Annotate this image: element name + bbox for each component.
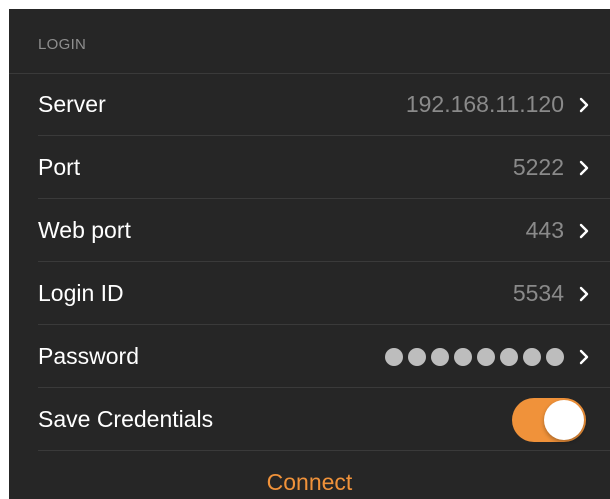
password-dot — [523, 347, 541, 366]
save-credentials-toggle[interactable] — [512, 397, 586, 442]
toggle-knob — [544, 399, 584, 440]
section-header: LOGIN — [38, 36, 87, 53]
password-dot — [454, 347, 472, 366]
port-label: Port — [38, 154, 81, 180]
server-value: 192.168.11.120 — [405, 91, 564, 117]
server-label: Server — [38, 91, 106, 117]
login-id-row[interactable]: Login ID 5534 — [9, 262, 610, 325]
chevron-right-icon — [579, 160, 589, 175]
password-dot — [431, 347, 449, 366]
connect-button[interactable]: Connect — [267, 469, 353, 496]
port-value: 5222 — [512, 154, 564, 180]
login-id-label: Login ID — [38, 280, 124, 306]
chevron-right-icon — [579, 97, 589, 112]
login-id-value: 5534 — [512, 280, 564, 306]
port-row[interactable]: Port 5222 — [9, 136, 610, 199]
password-dot — [500, 347, 518, 366]
password-label: Password — [38, 343, 139, 369]
chevron-right-icon — [579, 349, 589, 364]
web-port-value: 443 — [525, 217, 564, 243]
password-dot — [546, 347, 564, 366]
password-dot — [408, 347, 426, 366]
password-row[interactable]: Password — [9, 325, 610, 388]
save-credentials-row: Save Credentials — [9, 388, 610, 451]
web-port-row[interactable]: Web port 443 — [9, 199, 610, 262]
password-dot — [385, 347, 403, 366]
password-mask — [385, 347, 564, 366]
password-dot — [477, 347, 495, 366]
login-panel: LOGIN Server 192.168.11.120 Port 5222 We… — [9, 9, 610, 499]
chevron-right-icon — [579, 286, 589, 301]
connect-row: Connect — [9, 451, 610, 499]
server-row[interactable]: Server 192.168.11.120 — [9, 73, 610, 136]
save-credentials-label: Save Credentials — [38, 406, 214, 432]
web-port-label: Web port — [38, 217, 131, 243]
chevron-right-icon — [579, 223, 589, 238]
